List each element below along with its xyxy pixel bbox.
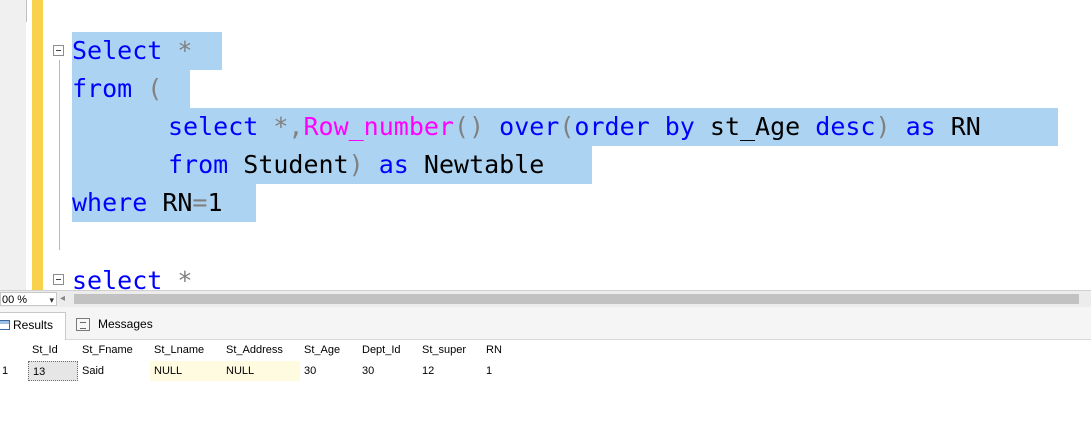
scroll-left-icon[interactable]: ◂ xyxy=(60,293,65,304)
table-cell-st-age[interactable]: 30 xyxy=(300,361,358,381)
code-token: select xyxy=(72,266,163,290)
column-header[interactable]: St_super xyxy=(418,340,482,360)
editor-gutter xyxy=(0,0,26,290)
code-token: Row_number xyxy=(303,112,454,141)
code-line[interactable]: from ( xyxy=(72,70,190,108)
tab-results[interactable]: Results xyxy=(0,312,66,340)
code-token: Student xyxy=(228,150,349,179)
code-token: ) xyxy=(348,150,364,179)
horizontal-scrollbar-thumb[interactable] xyxy=(74,294,1079,304)
chevron-down-icon[interactable]: ▾ xyxy=(49,293,54,305)
table-cell-st-super[interactable]: 12 xyxy=(418,361,482,381)
code-line[interactable]: from Student) as Newtable xyxy=(72,146,592,184)
code-token: *, xyxy=(258,112,304,141)
column-header[interactable]: St_Age xyxy=(300,340,358,360)
table-cell-st-id[interactable]: 13 xyxy=(28,361,78,381)
gutter-divider xyxy=(26,0,27,22)
column-header[interactable]: St_Fname xyxy=(78,340,150,360)
change-tracking-bar xyxy=(32,0,43,290)
code-token: as xyxy=(890,112,936,141)
table-cell-rn[interactable]: 1 xyxy=(482,361,522,381)
code-token: * xyxy=(162,36,193,65)
messages-icon xyxy=(76,318,90,331)
tab-messages-label: Messages xyxy=(98,317,153,331)
code-token: over xyxy=(484,112,560,141)
results-tab-strip: Results Messages xyxy=(0,307,1091,340)
query-editor[interactable]: Select * from ( select *,Row_number() ov… xyxy=(0,0,1091,290)
code-token: where xyxy=(72,188,148,217)
code-token: select xyxy=(168,112,259,141)
code-line[interactable]: select * xyxy=(72,262,192,290)
tab-results-label: Results xyxy=(13,318,54,332)
code-line[interactable]: select *,Row_number() over(order by st_A… xyxy=(72,108,1058,146)
code-token: * xyxy=(162,266,193,290)
zoom-value: 00 % xyxy=(2,294,28,306)
tab-messages[interactable]: Messages xyxy=(72,312,162,337)
code-token: () xyxy=(453,112,485,141)
code-token: order by xyxy=(574,112,695,141)
grid-icon xyxy=(0,320,10,330)
column-header[interactable]: St_Id xyxy=(28,340,78,360)
table-cell-st-address[interactable]: NULL xyxy=(222,361,300,381)
code-token: st_Age xyxy=(694,112,816,141)
code-token: RN xyxy=(935,112,981,141)
grid-header-row: St_Id St_Fname St_Lname St_Address St_Ag… xyxy=(0,340,1091,360)
code-token: Newtable xyxy=(408,150,545,179)
code-token: ( xyxy=(132,74,163,103)
code-token: desc xyxy=(815,112,876,141)
code-token: from xyxy=(168,150,229,179)
column-header[interactable]: RN xyxy=(482,340,522,360)
column-header[interactable]: St_Address xyxy=(222,340,300,360)
column-header[interactable]: Dept_Id xyxy=(358,340,418,360)
table-cell-st-fname[interactable]: Said xyxy=(78,361,150,381)
ssms-query-window: Select * from ( select *,Row_number() ov… xyxy=(0,0,1091,437)
code-token: ) xyxy=(875,112,891,141)
table-row[interactable]: 1 13 Said NULL NULL 30 30 12 1 xyxy=(0,361,1091,381)
collapse-icon[interactable] xyxy=(53,274,64,285)
code-token: Select xyxy=(72,36,163,65)
column-header[interactable]: St_Lname xyxy=(150,340,222,360)
code-line[interactable]: Select * xyxy=(72,32,222,70)
results-grid[interactable]: St_Id St_Fname St_Lname St_Address St_Ag… xyxy=(0,340,1091,437)
code-token: ( xyxy=(559,112,575,141)
collapse-icon[interactable] xyxy=(53,45,64,56)
code-token: from xyxy=(72,74,133,103)
outline-fold-line xyxy=(59,60,60,250)
code-token: = xyxy=(192,188,208,217)
editor-status-strip: 00 % ▾ ◂ xyxy=(0,290,1091,307)
table-cell-dept-id[interactable]: 30 xyxy=(358,361,418,381)
code-line[interactable]: where RN=1 xyxy=(72,184,256,222)
zoom-dropdown[interactable]: 00 % ▾ xyxy=(0,292,57,306)
code-token: 1 xyxy=(207,188,223,217)
table-cell-st-lname[interactable]: NULL xyxy=(150,361,222,381)
code-token: as xyxy=(363,150,409,179)
code-token: RN xyxy=(147,188,193,217)
row-number[interactable]: 1 xyxy=(0,361,28,381)
